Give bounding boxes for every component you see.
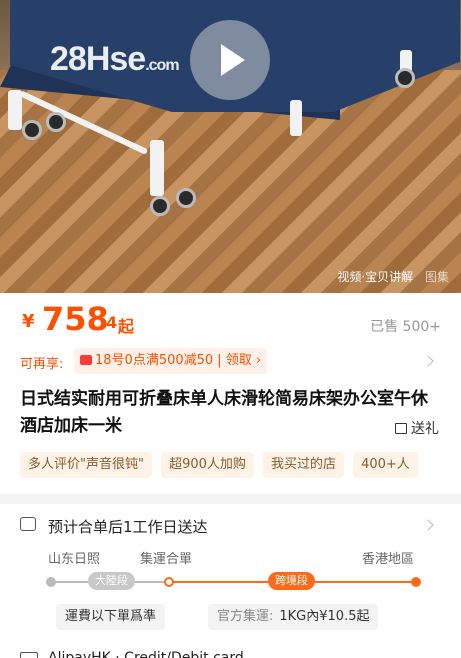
tab-video[interactable]: 视频·宝贝讲解: [333, 266, 417, 287]
coupon-claim-arrow: ›: [255, 353, 262, 368]
coupon-text: 18号0点满500减50: [95, 353, 214, 368]
media-tabs: 视频·宝贝讲解 图集: [333, 266, 453, 287]
coupon-claim[interactable]: 领取: [226, 353, 252, 368]
product-media[interactable]: 28Hse.com 视频·宝贝讲解 图集: [0, 0, 461, 293]
truck-icon: [20, 517, 36, 531]
stage-crossborder: 跨境段: [268, 572, 315, 590]
card-icon: [20, 652, 38, 658]
payment-row[interactable]: AlipayHK · Credit/Debit card: [0, 644, 461, 658]
ticket-icon: [80, 355, 92, 365]
review-tag[interactable]: 我买过的店: [262, 452, 344, 478]
play-icon[interactable]: [190, 20, 270, 100]
site-watermark: 28Hse.com: [50, 40, 180, 78]
gift-icon: [395, 423, 407, 434]
gift-button[interactable]: 送礼: [395, 418, 439, 438]
wheel: [22, 120, 42, 140]
review-tag[interactable]: 400+人: [353, 452, 418, 478]
official-label: 官方集運:: [217, 609, 274, 624]
product-title: 日式结实耐用可折叠床单人床滑轮简易床架办公室午休酒店加床一米: [20, 389, 428, 436]
origin-location: 山东日照: [48, 552, 101, 567]
wheel: [150, 196, 170, 216]
price-integer: 758: [42, 300, 109, 338]
review-tags: 多人评价"声音很钝" 超900人加购 我买过的店 400+人: [20, 452, 461, 478]
destination-dot: [411, 577, 421, 587]
official-consolidation: 官方集運: 1KG內¥10.5起: [208, 604, 379, 630]
stage-domestic: 大陸段: [88, 572, 135, 590]
tab-gallery[interactable]: 图集: [421, 266, 453, 287]
chevron-right-icon[interactable]: [422, 519, 434, 531]
price-decimal: .4: [100, 313, 118, 332]
wheel: [395, 68, 415, 88]
price-row: ¥ 758 .4 起 已售 500+: [0, 300, 461, 344]
currency-symbol: ¥: [22, 311, 35, 332]
sold-count: 已售 500+: [370, 319, 441, 335]
wheel: [46, 112, 66, 132]
origin-dot: [46, 577, 56, 587]
bed-leg: [150, 140, 164, 196]
gift-label: 送礼: [411, 421, 439, 437]
shipping-row[interactable]: 预计合单后1工作日送达: [0, 512, 461, 542]
hub-location: 集運合單: [140, 552, 193, 567]
fee-note: 運費以下單爲準: [56, 604, 166, 630]
delivery-estimate: 预计合单后1工作日送达: [48, 518, 208, 536]
payment-methods: AlipayHK · Credit/Debit card: [48, 650, 244, 658]
coupon-lead: 可再享:: [20, 357, 64, 372]
review-tag[interactable]: 超900人加购: [161, 452, 254, 478]
chevron-right-icon[interactable]: [422, 355, 434, 367]
coupon-chip[interactable]: 18号0点满500减50 | 领取 ›: [74, 348, 268, 374]
hub-dot: [164, 577, 174, 587]
bed-leg: [290, 100, 302, 136]
destination-location: 香港地區: [362, 552, 415, 567]
shipping-route: 山东日照 集運合單 香港地區 大陸段 跨境段 運費以下單爲準 官方集運: 1KG內…: [0, 548, 461, 638]
wheel: [176, 188, 196, 208]
section-divider: [0, 494, 461, 504]
review-tag[interactable]: 多人评价"声音很钝": [20, 452, 152, 478]
official-price: 1KG內¥10.5起: [279, 609, 370, 624]
coupon-row[interactable]: 可再享: 18号0点满500减50 | 领取 ›: [0, 346, 461, 376]
price-suffix: 起: [118, 317, 135, 336]
